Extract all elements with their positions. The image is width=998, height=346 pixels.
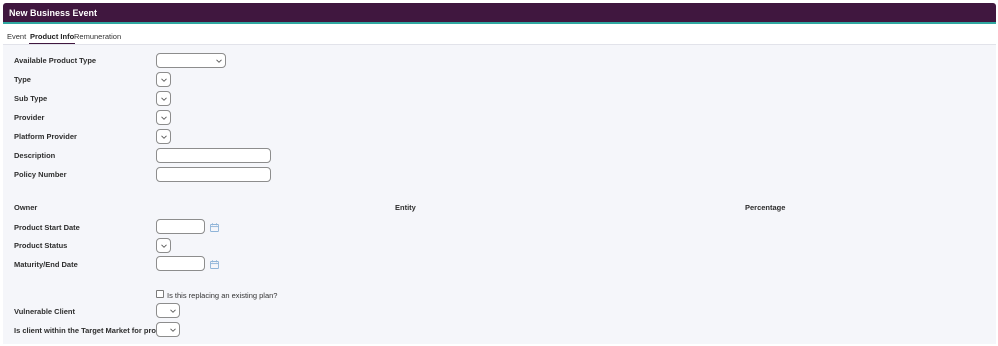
product-start-date-input[interactable] (156, 219, 205, 234)
available-product-type-label: Available Product Type (14, 56, 97, 65)
percentage-column-header: Percentage (745, 203, 786, 212)
sub-type-select[interactable] (156, 91, 171, 106)
titlebar-accent-line (3, 22, 996, 24)
chevron-down-icon (161, 134, 167, 140)
chevron-down-icon (216, 58, 222, 64)
product-info-panel: Available Product Type Type Sub Type Pro… (3, 44, 996, 344)
product-status-select[interactable] (156, 238, 171, 253)
chevron-down-icon (161, 115, 167, 121)
chevron-down-icon (170, 308, 176, 314)
sub-type-label: Sub Type (14, 94, 48, 103)
tab-event[interactable]: Event (7, 32, 26, 41)
calendar-icon[interactable] (210, 260, 219, 269)
replacing-plan-label: Is this replacing an existing plan? (167, 291, 278, 300)
description-input[interactable] (156, 148, 271, 163)
chevron-down-icon (161, 77, 167, 83)
product-start-date-label: Product Start Date (14, 223, 80, 232)
available-product-type-select[interactable] (156, 53, 226, 68)
tab-bar: Event Product Info Remuneration (3, 28, 996, 45)
maturity-end-date-input[interactable] (156, 256, 205, 271)
policy-number-label: Policy Number (14, 170, 67, 179)
provider-label: Provider (14, 113, 45, 122)
type-label: Type (14, 75, 31, 84)
vulnerable-client-label: Vulnerable Client (14, 307, 75, 316)
tab-product-info[interactable]: Product Info (28, 32, 76, 45)
target-market-select[interactable] (156, 322, 180, 337)
entity-column-header: Entity (395, 203, 416, 212)
replacing-plan-checkbox[interactable] (156, 290, 164, 298)
description-label: Description (14, 151, 56, 160)
owner-column-header: Owner (14, 203, 38, 212)
provider-select[interactable] (156, 110, 171, 125)
product-status-label: Product Status (14, 241, 68, 250)
type-select[interactable] (156, 72, 171, 87)
vulnerable-client-select[interactable] (156, 303, 180, 318)
platform-provider-label: Platform Provider (14, 132, 77, 141)
window-title: New Business Event (9, 8, 98, 18)
chevron-down-icon (161, 96, 167, 102)
maturity-end-date-label: Maturity/End Date (14, 260, 78, 269)
policy-number-input[interactable] (156, 167, 271, 182)
window-titlebar: New Business Event (3, 3, 996, 22)
tab-remuneration[interactable]: Remuneration (74, 32, 121, 41)
target-market-label: Is client within the Target Market for p… (14, 326, 172, 335)
calendar-icon[interactable] (210, 223, 219, 232)
chevron-down-icon (170, 327, 176, 333)
platform-provider-select[interactable] (156, 129, 171, 144)
chevron-down-icon (161, 243, 167, 249)
